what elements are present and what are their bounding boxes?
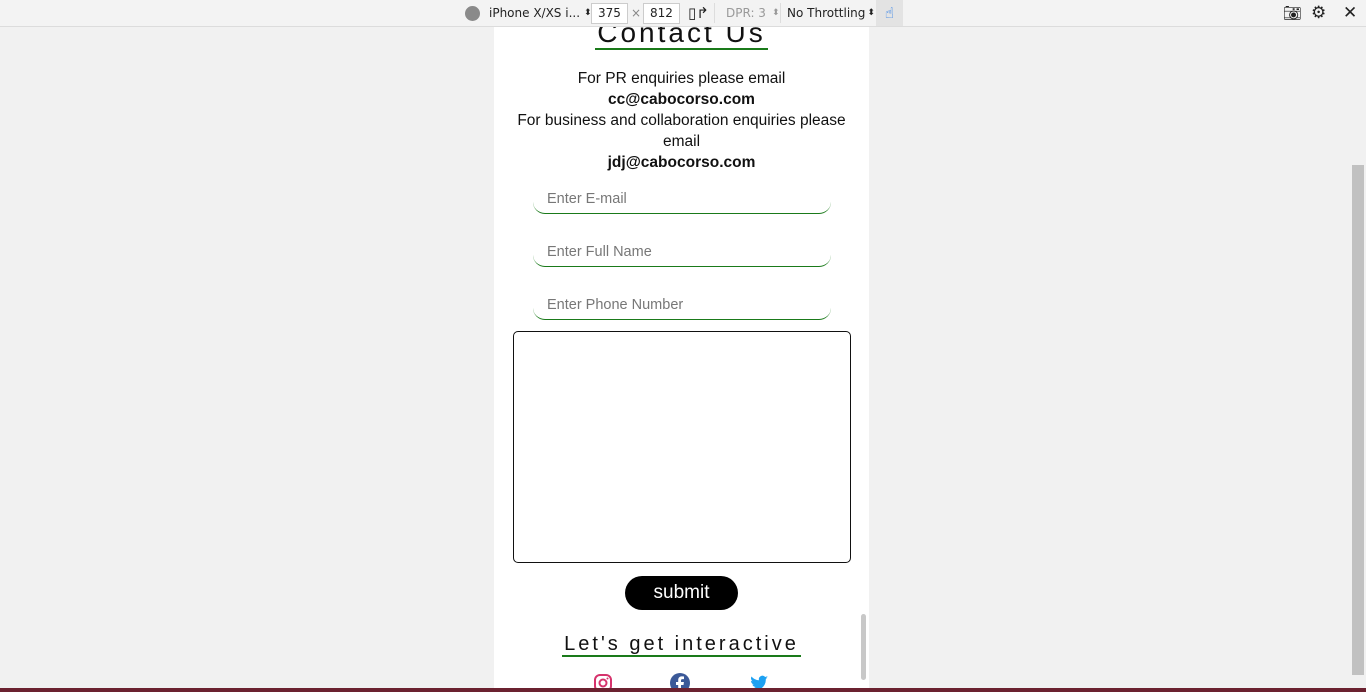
page-scrollbar[interactable] xyxy=(1350,27,1366,688)
facebook-icon[interactable] xyxy=(670,673,690,688)
viewport-scrollbar[interactable] xyxy=(861,614,866,680)
twitter-icon[interactable] xyxy=(749,673,769,688)
business-text: For business and collaboration enquiries… xyxy=(517,112,846,150)
devtools-device-toolbar: iPhone X/XS i... ⬍ 375 × 812 ▯↱ DPR: 3 ⬍ N… xyxy=(0,0,1366,27)
device-label: iPhone X/XS i... xyxy=(489,6,581,20)
page-title: Contact Us xyxy=(494,27,869,50)
touch-icon[interactable]: ☝ xyxy=(876,0,903,26)
throttling-select[interactable]: No Throttling ⬍ xyxy=(787,0,875,26)
gear-icon[interactable]: ⚙ xyxy=(1311,0,1326,26)
device-select[interactable]: iPhone X/XS i... ⬍ xyxy=(465,0,592,26)
contact-info: For PR enquiries please email cc@cabocor… xyxy=(509,68,854,173)
message-textarea[interactable] xyxy=(513,331,851,563)
scrollbar-thumb[interactable] xyxy=(1352,165,1364,675)
phone-input[interactable]: Enter Phone Number xyxy=(533,290,831,320)
email-input[interactable]: Enter E-mail xyxy=(533,184,831,214)
height-input[interactable]: 812 xyxy=(643,2,680,24)
times-label: × xyxy=(631,6,642,20)
full-name-input[interactable]: Enter Full Name xyxy=(533,237,831,267)
rotate-icon[interactable]: ▯↱ xyxy=(688,0,709,26)
device-viewport: Contact Us For PR enquiries please email… xyxy=(494,27,869,688)
submit-button[interactable]: submit xyxy=(625,576,738,610)
business-email[interactable]: jdj@cabocorso.com xyxy=(509,152,854,173)
social-title: Let's get interactive xyxy=(562,633,801,657)
dpr-select[interactable]: DPR: 3 ⬍ xyxy=(726,0,779,26)
device-icon xyxy=(465,5,480,21)
screenshot-icon[interactable]: 📷︎ xyxy=(1283,0,1302,26)
close-icon[interactable]: ✕ xyxy=(1343,0,1357,26)
instagram-icon[interactable] xyxy=(593,673,613,688)
width-input[interactable]: 375 xyxy=(591,2,628,24)
pr-text: For PR enquiries please email xyxy=(577,70,786,87)
bottom-bar xyxy=(0,688,1366,692)
pr-email[interactable]: cc@cabocorso.com xyxy=(509,89,854,110)
